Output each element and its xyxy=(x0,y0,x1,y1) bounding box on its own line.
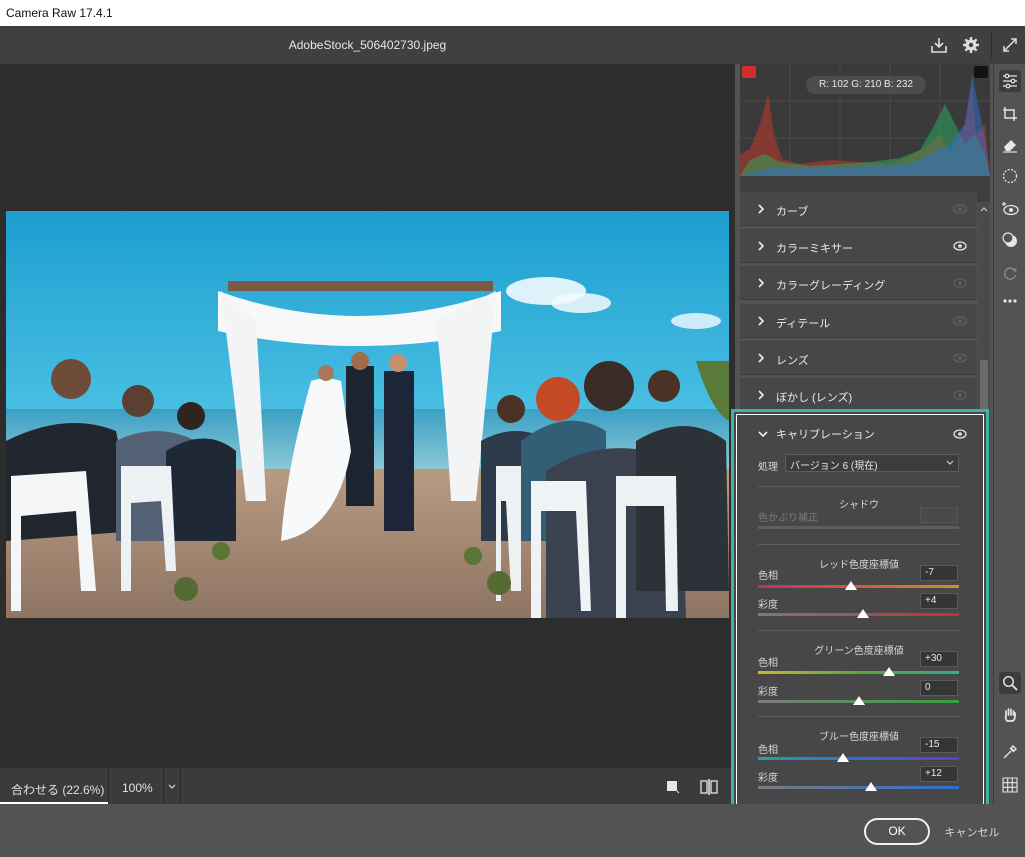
red-sat-slider[interactable] xyxy=(856,609,869,618)
cancel-button[interactable]: キャンセル xyxy=(944,824,1000,840)
section-label: カラーミキサー xyxy=(776,243,853,255)
section-detail[interactable]: ディテール xyxy=(740,304,977,338)
eye-icon[interactable] xyxy=(953,240,967,252)
section-label: ディテール xyxy=(776,318,831,330)
eye-icon[interactable] xyxy=(953,428,967,440)
chevron-down-icon[interactable] xyxy=(758,429,768,439)
blue-sat-track xyxy=(758,786,959,789)
file-header: AdobeStock_506402730.jpeg xyxy=(0,26,1025,64)
section-label: カーブ xyxy=(776,206,809,218)
process-select[interactable]: バージョン 6 (現在) xyxy=(785,454,959,472)
shadow-tint-label: 色かぶり補正 xyxy=(758,513,818,524)
rgb-readout: R: 102 G: 210 B: 232 xyxy=(806,76,926,94)
green-sat-slider[interactable] xyxy=(852,696,865,705)
blue-hue-label: 色相 xyxy=(758,745,778,756)
ok-button[interactable]: OK xyxy=(864,818,930,845)
divider xyxy=(758,544,960,545)
preview-photo xyxy=(6,211,729,618)
mask-icon[interactable] xyxy=(999,165,1021,187)
edit-sliders-icon[interactable] xyxy=(999,70,1021,92)
zoom-dropdown[interactable] xyxy=(163,768,181,804)
eye-icon[interactable] xyxy=(953,203,967,215)
chevron-right-icon xyxy=(758,204,765,214)
shadow-tint-value xyxy=(920,507,958,523)
section-label: レンズ xyxy=(776,355,809,367)
crop-icon[interactable] xyxy=(999,103,1021,125)
file-name: AdobeStock_506402730.jpeg xyxy=(288,38,447,52)
blue-sat-label: 彩度 xyxy=(758,773,778,784)
blue-hue-track xyxy=(758,757,959,760)
shadow-tint-track xyxy=(758,526,959,529)
eye-icon[interactable] xyxy=(953,315,967,327)
section-lens-blur[interactable]: ぼかし (レンズ) xyxy=(740,378,977,412)
green-hue-slider[interactable] xyxy=(882,667,895,676)
chevron-right-icon xyxy=(758,390,765,400)
gear-icon[interactable] xyxy=(960,34,982,56)
eraser-icon[interactable] xyxy=(999,134,1021,156)
divider xyxy=(758,630,960,631)
redeye-icon[interactable] xyxy=(999,198,1021,220)
green-sat-label: 彩度 xyxy=(758,687,778,698)
zoom-fit-button[interactable]: 合わせる (22.6%) xyxy=(0,768,108,804)
shadow-clipping-icon[interactable] xyxy=(742,66,756,78)
section-color-grading[interactable]: カラーグレーディング xyxy=(740,266,977,300)
fullscreen-icon[interactable] xyxy=(999,34,1021,56)
red-hue-slider[interactable] xyxy=(845,581,858,590)
chevron-right-icon xyxy=(758,316,765,326)
zoom-100-button[interactable]: 100% xyxy=(108,768,163,804)
preview-toggle-icon[interactable] xyxy=(666,780,680,794)
zoom-icon[interactable] xyxy=(999,672,1021,694)
chevron-right-icon xyxy=(758,241,765,251)
image-preview[interactable] xyxy=(0,64,735,768)
tool-strip xyxy=(993,64,1025,804)
process-label: 処理 xyxy=(758,462,778,473)
scroll-up-icon[interactable] xyxy=(978,203,990,215)
section-color-mixer[interactable]: カラーミキサー xyxy=(740,229,977,263)
eye-icon[interactable] xyxy=(953,352,967,364)
red-hue-track xyxy=(758,585,959,588)
more-icon[interactable] xyxy=(999,290,1021,312)
hand-icon[interactable] xyxy=(999,704,1021,726)
red-hue-label: 色相 xyxy=(758,571,778,582)
chevron-down-icon xyxy=(168,784,176,789)
save-icon[interactable] xyxy=(928,34,950,56)
section-label: カラーグレーディング xyxy=(776,280,886,292)
divider xyxy=(758,486,960,487)
app-title: Camera Raw 17.4.1 xyxy=(6,6,113,20)
chevron-down-icon xyxy=(946,460,954,465)
eye-icon[interactable] xyxy=(953,389,967,401)
before-after-icon[interactable] xyxy=(700,779,718,795)
blue-hue-slider[interactable] xyxy=(837,753,850,762)
blue-hue-value[interactable]: -15 xyxy=(920,737,958,753)
divider xyxy=(758,716,960,717)
section-label: ぼかし (レンズ) xyxy=(776,392,853,404)
title-bar: Camera Raw 17.4.1 xyxy=(0,0,1025,26)
section-lens[interactable]: レンズ xyxy=(740,341,977,375)
process-value: バージョン 6 (現在) xyxy=(790,461,878,472)
blue-sat-value[interactable]: +12 xyxy=(920,766,958,782)
eyedropper-icon[interactable] xyxy=(999,741,1021,763)
eye-icon[interactable] xyxy=(953,277,967,289)
red-hue-value[interactable]: -7 xyxy=(920,565,958,581)
red-sat-value[interactable]: +4 xyxy=(920,593,958,609)
green-sat-value[interactable]: 0 xyxy=(920,680,958,696)
red-sat-label: 彩度 xyxy=(758,600,778,611)
grid-icon[interactable] xyxy=(999,774,1021,796)
calibration-title: キャリブレーション xyxy=(776,429,875,441)
blue-sat-slider[interactable] xyxy=(864,782,877,791)
presets-icon[interactable] xyxy=(999,229,1021,251)
preview-toolbar: 合わせる (22.6%) 100% xyxy=(0,768,735,804)
snapshot-icon[interactable] xyxy=(999,262,1021,284)
chevron-right-icon xyxy=(758,278,765,288)
highlight-clipping-icon[interactable] xyxy=(974,66,988,78)
scroll-thumb[interactable] xyxy=(980,360,988,412)
green-hue-label: 色相 xyxy=(758,658,778,669)
green-hue-value[interactable]: +30 xyxy=(920,651,958,667)
green-hue-track xyxy=(758,671,959,674)
chevron-right-icon xyxy=(758,353,765,363)
section-curve[interactable]: カーブ xyxy=(740,192,977,226)
